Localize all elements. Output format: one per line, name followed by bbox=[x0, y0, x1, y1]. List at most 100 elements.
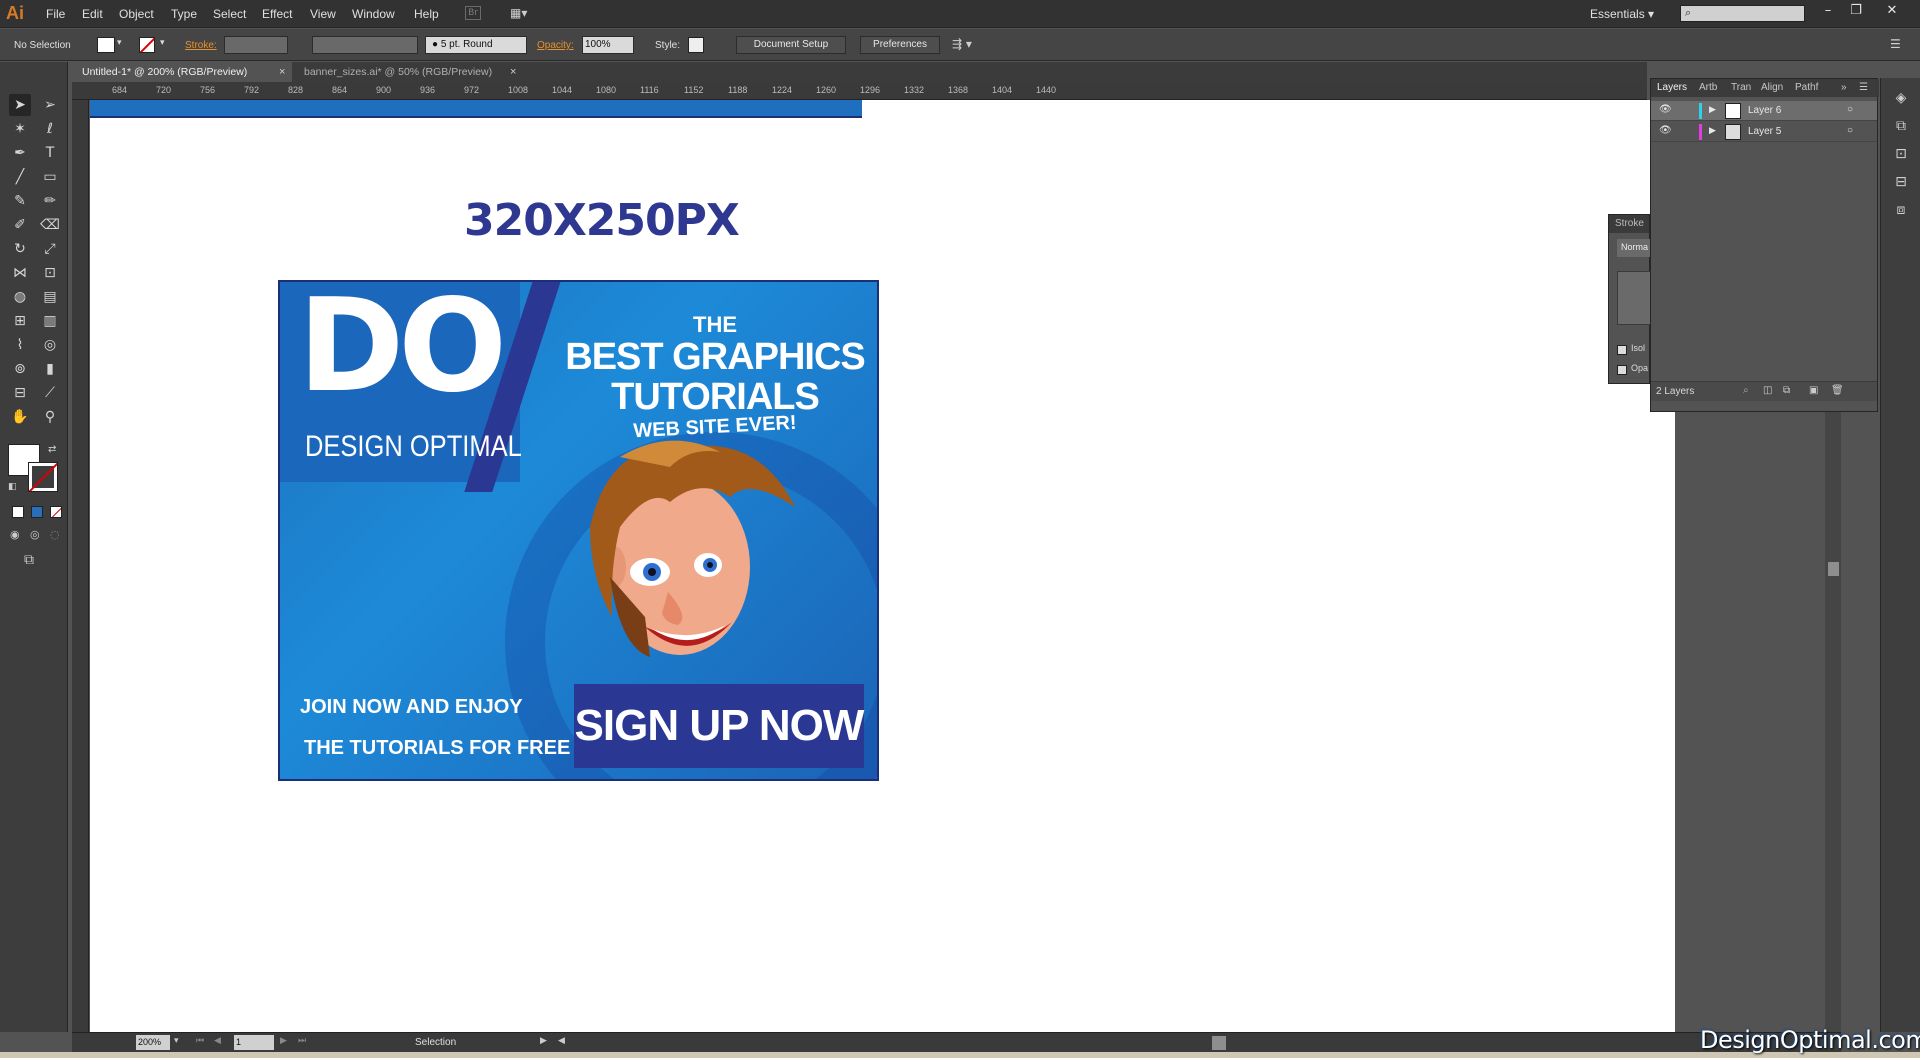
mesh-tool-icon[interactable]: ⊞ bbox=[9, 310, 31, 332]
column-graph-tool-icon[interactable]: ▮ bbox=[39, 358, 61, 380]
perspective-grid-tool-icon[interactable]: ▤ bbox=[39, 286, 61, 308]
none-mode-icon[interactable] bbox=[50, 506, 62, 518]
layer-row-6[interactable]: 👁 ▶ Layer 6 ○ bbox=[1651, 101, 1877, 121]
menu-help[interactable]: Help bbox=[414, 7, 439, 21]
delete-layer-icon[interactable]: 🗑 bbox=[1831, 385, 1844, 396]
stroke-color-swatch[interactable] bbox=[28, 462, 58, 492]
shape-builder-tool-icon[interactable]: ◍ bbox=[9, 286, 31, 308]
first-artboard-icon[interactable]: ⏮ bbox=[196, 1036, 204, 1046]
opacity-mask-checkbox[interactable] bbox=[1617, 365, 1627, 375]
search-input[interactable]: ⌕ bbox=[1680, 5, 1805, 22]
isolate-checkbox[interactable] bbox=[1617, 345, 1627, 355]
banner-size-title[interactable]: 320X250PX bbox=[464, 195, 740, 246]
graphic-style-swatch[interactable] bbox=[688, 37, 704, 53]
gradient-mode-icon[interactable] bbox=[31, 506, 43, 518]
magic-wand-tool-icon[interactable]: ✶ bbox=[9, 118, 31, 140]
transform-panel-icon[interactable]: ⊡ bbox=[1891, 146, 1911, 166]
pen-tool-icon[interactable]: ✒ bbox=[9, 142, 31, 164]
layer-name[interactable]: Layer 5 bbox=[1748, 126, 1781, 137]
draw-inside-icon[interactable]: ◌ bbox=[50, 528, 60, 541]
next-artboard-icon[interactable]: ▶ bbox=[280, 1036, 287, 1046]
menu-window[interactable]: Window bbox=[352, 7, 395, 21]
visibility-eye-icon[interactable]: 👁 bbox=[1659, 125, 1672, 136]
expand-triangle-icon[interactable]: ▶ bbox=[1709, 104, 1716, 115]
stroke-swatch[interactable] bbox=[139, 37, 155, 53]
menu-select[interactable]: Select bbox=[213, 7, 246, 21]
artboard-number-field[interactable]: 1 bbox=[234, 1035, 274, 1050]
panel-menu-icon[interactable]: ☰ bbox=[1859, 82, 1868, 93]
chevron-down-icon[interactable]: ▾ bbox=[174, 1036, 179, 1046]
pencil-tool-icon[interactable]: ✏ bbox=[39, 190, 61, 212]
opacity-field[interactable]: 100% bbox=[582, 36, 634, 54]
tab-pathfinder[interactable]: Pathf bbox=[1795, 82, 1818, 93]
align-panel-icon[interactable]: ⊟ bbox=[1891, 174, 1911, 194]
scroll-left-icon[interactable]: ◀ bbox=[558, 1036, 565, 1046]
preferences-button[interactable]: Preferences bbox=[860, 36, 940, 54]
tab-align[interactable]: Align bbox=[1761, 82, 1783, 93]
artboard-tool-icon[interactable]: ⊟ bbox=[9, 382, 31, 404]
symbol-sprayer-tool-icon[interactable]: ⊚ bbox=[9, 358, 31, 380]
scrollbar-thumb[interactable] bbox=[1828, 562, 1839, 576]
menu-view[interactable]: View bbox=[310, 7, 336, 21]
brush-definition[interactable]: ● 5 pt. Round bbox=[425, 36, 527, 54]
free-transform-tool-icon[interactable]: ⊡ bbox=[39, 262, 61, 284]
new-sublayer-icon[interactable]: ⧉ bbox=[1783, 385, 1790, 396]
layers-panel-icon[interactable]: ◈ bbox=[1891, 90, 1911, 110]
tab-banner-sizes[interactable]: banner_sizes.ai* @ 50% (RGB/Preview) × bbox=[294, 62, 524, 82]
stroke-panel-title[interactable]: Stroke bbox=[1609, 215, 1649, 233]
line-tool-icon[interactable]: ╱ bbox=[9, 166, 31, 188]
menu-edit[interactable]: Edit bbox=[82, 7, 103, 21]
tab-untitled-1[interactable]: Untitled-1* @ 200% (RGB/Preview) × bbox=[72, 62, 292, 82]
zoom-field[interactable]: 200% bbox=[136, 1035, 170, 1050]
sign-up-now-button[interactable]: SIGN UP NOW bbox=[574, 684, 864, 768]
scale-tool-icon[interactable]: ⤢ bbox=[39, 238, 61, 260]
draw-normal-icon[interactable]: ◉ bbox=[10, 528, 20, 541]
layer-row-5[interactable]: 👁 ▶ Layer 5 ○ bbox=[1651, 122, 1877, 142]
chevron-down-icon[interactable]: ▾ bbox=[117, 38, 122, 48]
menu-effect[interactable]: Effect bbox=[262, 7, 292, 21]
target-circle-icon[interactable]: ○ bbox=[1847, 125, 1853, 136]
rectangle-tool-icon[interactable]: ▭ bbox=[39, 166, 61, 188]
fill-swatch[interactable] bbox=[97, 37, 115, 53]
layer-name[interactable]: Layer 6 bbox=[1748, 105, 1781, 116]
document-setup-button[interactable]: Document Setup bbox=[736, 36, 846, 54]
locate-object-icon[interactable]: ⌕ bbox=[1743, 385, 1749, 396]
hand-tool-icon[interactable]: ✋ bbox=[9, 406, 31, 428]
restore-button[interactable]: ❐ bbox=[1846, 3, 1866, 21]
bridge-icon[interactable]: Br bbox=[465, 6, 481, 20]
stroke-label[interactable]: Stroke: bbox=[185, 40, 217, 51]
width-tool-icon[interactable]: ⋈ bbox=[9, 262, 31, 284]
artboards-panel-icon[interactable]: ⧉ bbox=[1891, 118, 1911, 138]
draw-behind-icon[interactable]: ◎ bbox=[30, 528, 40, 541]
direct-selection-tool-icon[interactable]: ➢ bbox=[39, 94, 61, 116]
menu-file[interactable]: File bbox=[46, 7, 65, 21]
tab-transform[interactable]: Tran bbox=[1731, 82, 1751, 93]
default-colors-icon[interactable]: ◧ bbox=[8, 482, 17, 492]
workspace-switcher[interactable]: Essentials ▾ bbox=[1590, 7, 1654, 21]
slice-tool-icon[interactable]: ⟋ bbox=[39, 382, 61, 404]
paintbrush-tool-icon[interactable]: ✎ bbox=[9, 190, 31, 212]
last-artboard-icon[interactable]: ⏭ bbox=[298, 1036, 306, 1046]
swap-colors-icon[interactable]: ⇄ bbox=[48, 444, 56, 455]
zoom-tool-icon[interactable]: ⚲ bbox=[39, 406, 61, 428]
close-icon[interactable]: × bbox=[279, 62, 285, 82]
target-circle-icon[interactable]: ○ bbox=[1847, 104, 1853, 115]
status-menu-icon[interactable]: ▶ bbox=[540, 1036, 547, 1046]
blob-brush-tool-icon[interactable]: ✐ bbox=[9, 214, 31, 236]
clipping-mask-icon[interactable]: ◫ bbox=[1763, 385, 1772, 396]
current-tool-status[interactable]: Selection bbox=[415, 1037, 456, 1048]
menu-type[interactable]: Type bbox=[171, 7, 197, 21]
web-banner-artwork[interactable]: DO DESIGN OPTIMAL THE BEST GRAPHICS TUTO… bbox=[278, 280, 879, 781]
blend-tool-icon[interactable]: ◎ bbox=[39, 334, 61, 356]
horizontal-scroll-thumb[interactable] bbox=[1212, 1036, 1226, 1050]
menu-object[interactable]: Object bbox=[119, 7, 154, 21]
previous-artboard-icon[interactable]: ◀ bbox=[214, 1036, 221, 1046]
minimize-button[interactable]: – bbox=[1818, 3, 1838, 21]
gradient-tool-icon[interactable]: ▥ bbox=[39, 310, 61, 332]
blend-mode-select[interactable]: Norma bbox=[1617, 239, 1651, 257]
eraser-tool-icon[interactable]: ⌫ bbox=[39, 214, 61, 236]
opacity-label[interactable]: Opacity: bbox=[537, 40, 574, 51]
visibility-eye-icon[interactable]: 👁 bbox=[1659, 104, 1672, 115]
selection-tool-icon[interactable]: ➤ bbox=[9, 94, 31, 116]
pathfinder-panel-icon[interactable]: ⧈ bbox=[1891, 202, 1911, 222]
